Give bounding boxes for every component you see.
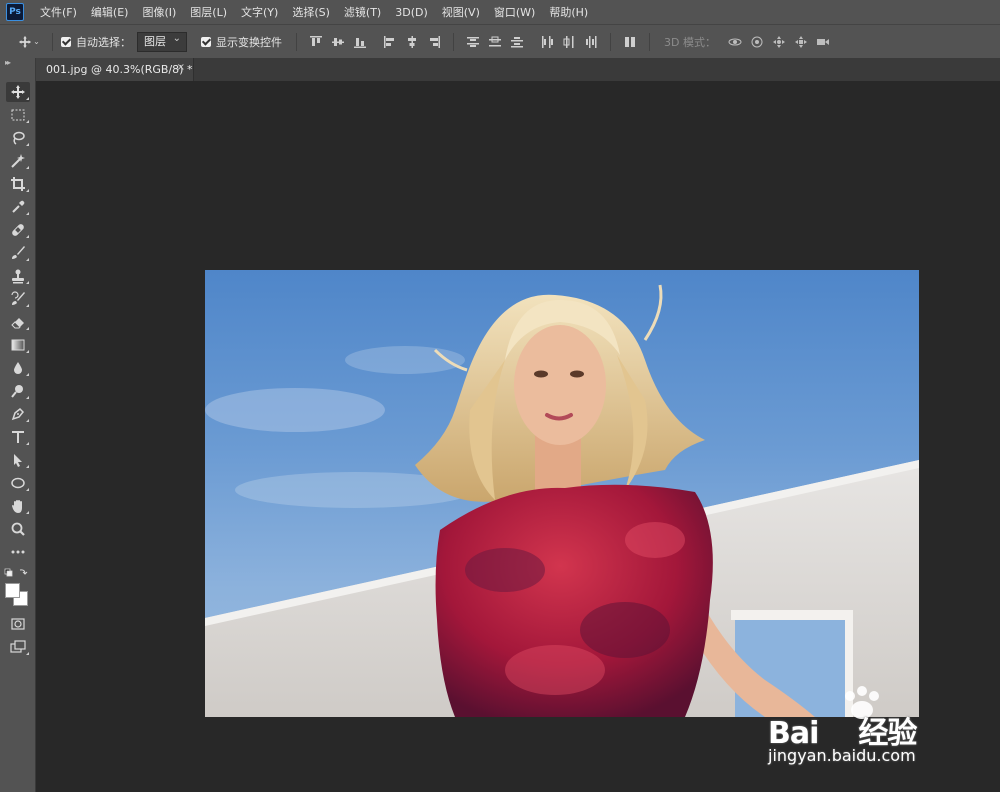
menu-layer[interactable]: 图层(L) (190, 4, 227, 20)
document-tab-label: 001.jpg @ 40.3%(RGB/8) * (46, 63, 193, 76)
document-tab[interactable]: 001.jpg @ 40.3%(RGB/8) * × (36, 58, 194, 81)
scale-3d-icon[interactable] (812, 32, 834, 52)
hand-tool-icon[interactable] (6, 496, 30, 516)
screen-mode-icon[interactable] (6, 637, 30, 657)
photo-woman-illustration (205, 284, 919, 717)
orbit-3d-icon[interactable] (724, 32, 746, 52)
eraser-tool-icon[interactable] (6, 312, 30, 332)
options-bar: ⌄ 自动选择： 图层 显示变换控件 3D 模式： (0, 24, 1000, 59)
blur-tool-icon[interactable] (6, 358, 30, 378)
align-left-edges-icon[interactable] (379, 32, 401, 52)
color-controls (4, 566, 32, 580)
show-transform-checkbox[interactable] (201, 36, 211, 47)
mode3d-label: 3D 模式： (664, 35, 716, 49)
distribute-left-edges-icon[interactable] (536, 32, 558, 52)
pen-tool-icon[interactable] (6, 404, 30, 424)
align-top-edges-icon[interactable] (305, 32, 327, 52)
slide-3d-icon[interactable] (790, 32, 812, 52)
pan-3d-icon[interactable] (768, 32, 790, 52)
gradient-tool-icon[interactable] (6, 335, 30, 355)
document-image[interactable] (205, 270, 919, 717)
collapse-panel-icon[interactable]: ▸▸ (5, 58, 11, 67)
more-tools-icon[interactable] (6, 542, 30, 562)
clone-stamp-tool-icon[interactable] (6, 266, 30, 286)
eyedropper-tool-icon[interactable] (6, 197, 30, 217)
brush-tool-icon[interactable] (6, 243, 30, 263)
auto-select-checkbox[interactable] (61, 36, 71, 47)
menu-window[interactable]: 窗口(W) (494, 4, 535, 20)
path-selection-tool-icon[interactable] (6, 450, 30, 470)
distribute-horizontal-centers-icon[interactable] (558, 32, 580, 52)
menu-bar: Ps 文件(F) 编辑(E) 图像(I) 图层(L) 文字(Y) 选择(S) 滤… (0, 0, 1000, 24)
move-tool-preset-icon[interactable]: ⌄ (14, 32, 44, 52)
lasso-tool-icon[interactable] (6, 128, 30, 148)
show-transform-label: 显示变换控件 (216, 35, 282, 49)
ellipse-tool-icon[interactable] (6, 473, 30, 493)
menu-view[interactable]: 视图(V) (442, 4, 480, 20)
menu-3d[interactable]: 3D(D) (395, 6, 428, 19)
document-tab-bar: 001.jpg @ 40.3%(RGB/8) * × (36, 58, 1000, 81)
menu-filter[interactable]: 滤镜(T) (344, 4, 381, 20)
align-right-edges-icon[interactable] (423, 32, 445, 52)
menu-edit[interactable]: 编辑(E) (91, 4, 129, 20)
auto-select-label: 自动选择： (76, 35, 131, 49)
close-icon[interactable]: × (177, 62, 185, 73)
menu-help[interactable]: 帮助(H) (549, 4, 588, 20)
toolbox: ▸▸ (0, 58, 36, 792)
auto-select-dropdown[interactable]: 图层 (137, 30, 187, 52)
marquee-tool-icon[interactable] (6, 105, 30, 125)
menu-select[interactable]: 选择(S) (292, 4, 330, 20)
baidu-jingyan-watermark: Bai 经验 jingyan.baidu.com (768, 682, 968, 778)
zoom-tool-icon[interactable] (6, 519, 30, 539)
auto-align-layers-icon[interactable] (619, 32, 641, 52)
dodge-tool-icon[interactable] (6, 381, 30, 401)
crop-tool-icon[interactable] (6, 174, 30, 194)
menu-image[interactable]: 图像(I) (142, 4, 176, 20)
align-bottom-edges-icon[interactable] (349, 32, 371, 52)
distribute-right-edges-icon[interactable] (580, 32, 602, 52)
distribute-bottom-edges-icon[interactable] (506, 32, 528, 52)
move-tool-icon[interactable] (6, 82, 30, 102)
history-brush-tool-icon[interactable] (6, 289, 30, 309)
menu-file[interactable]: 文件(F) (40, 4, 77, 20)
magic-wand-tool-icon[interactable] (6, 151, 30, 171)
healing-brush-tool-icon[interactable] (6, 220, 30, 240)
type-tool-icon[interactable] (6, 427, 30, 447)
foreground-color-swatch[interactable] (5, 583, 20, 598)
watermark-url: jingyan.baidu.com (768, 746, 916, 765)
roll-3d-icon[interactable] (746, 32, 768, 52)
distribute-vertical-centers-icon[interactable] (484, 32, 506, 52)
align-horizontal-centers-icon[interactable] (401, 32, 423, 52)
photoshop-logo-icon: Ps (6, 3, 24, 21)
align-vertical-centers-icon[interactable] (327, 32, 349, 52)
quick-mask-icon[interactable] (6, 614, 30, 634)
menu-type[interactable]: 文字(Y) (241, 4, 278, 20)
distribute-top-edges-icon[interactable] (462, 32, 484, 52)
